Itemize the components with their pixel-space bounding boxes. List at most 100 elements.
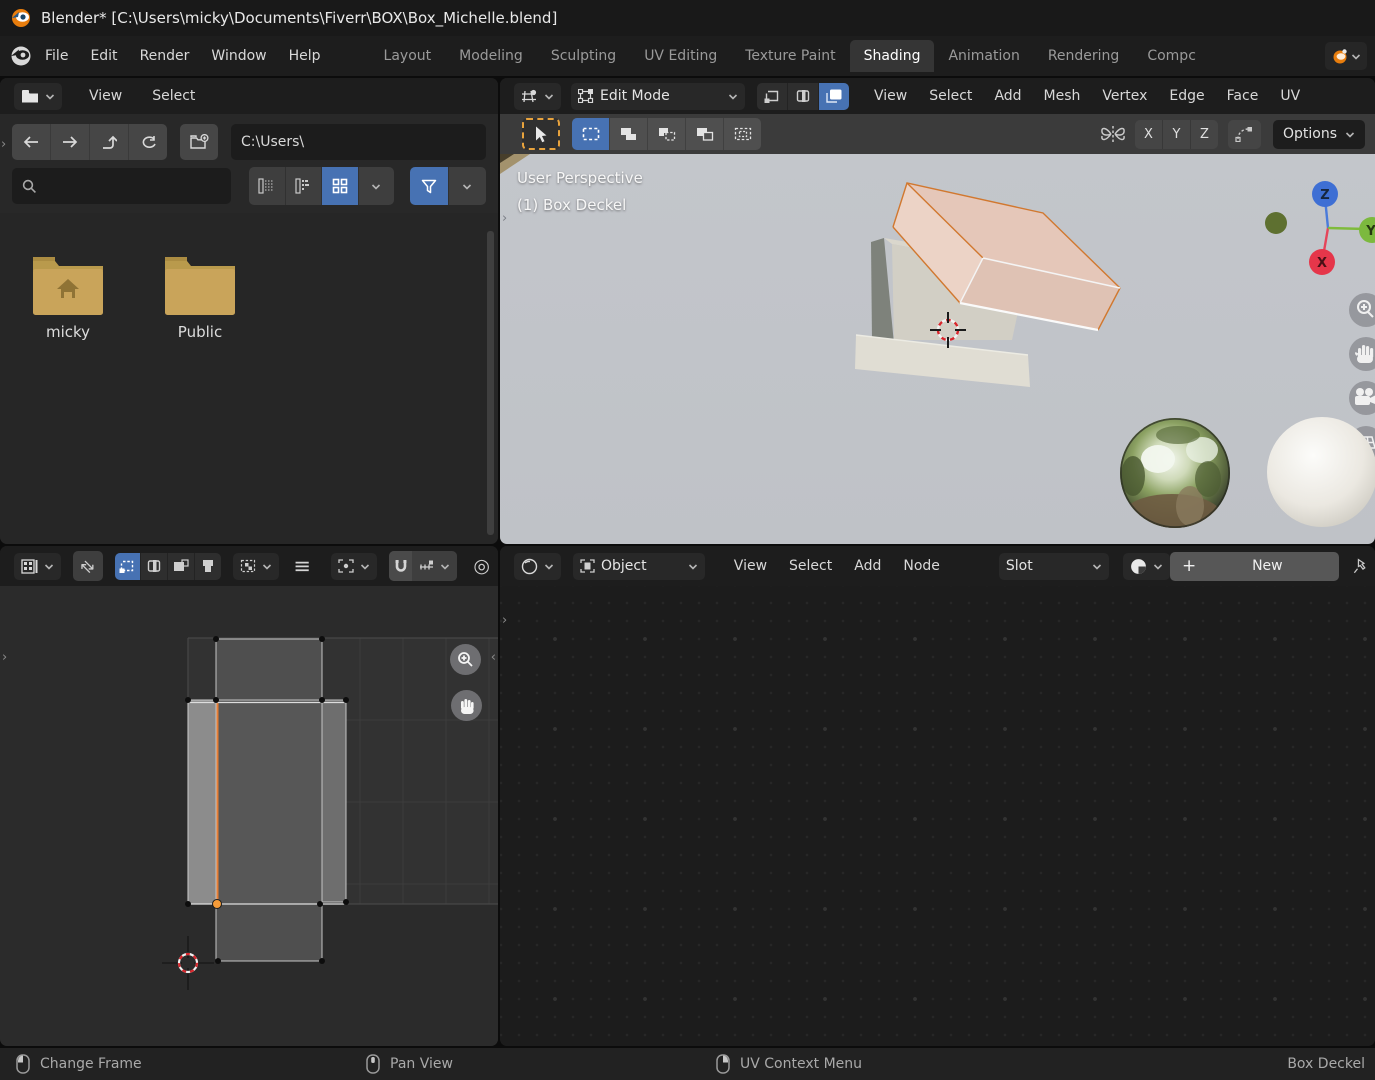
tab-animation[interactable]: Animation xyxy=(934,40,1033,72)
forward-button[interactable] xyxy=(50,124,89,160)
view-axis-gizmo[interactable]: Z X Y xyxy=(1265,181,1375,275)
tab-layout[interactable]: Layout xyxy=(370,40,446,72)
pivot-point-dropdown[interactable] xyxy=(331,553,377,580)
mirror-z-button[interactable]: Z xyxy=(1190,120,1218,149)
vp-menu-mesh[interactable]: Mesh xyxy=(1033,84,1092,108)
filter-settings-dropdown[interactable] xyxy=(448,167,486,205)
slot-dropdown[interactable]: Slot xyxy=(999,553,1109,580)
vp-menu-face[interactable]: Face xyxy=(1216,84,1270,108)
status-pan-view: Pan View xyxy=(366,1054,453,1074)
select-mode-extend-button[interactable] xyxy=(609,118,647,150)
snap-toggle-button[interactable] xyxy=(389,551,413,581)
select-mode-invert-button[interactable] xyxy=(685,118,723,150)
uv-island-select-button[interactable] xyxy=(194,553,221,580)
menu-window[interactable]: Window xyxy=(200,43,277,69)
uv-face-select-button[interactable] xyxy=(167,553,194,580)
mirror-x-button[interactable]: X xyxy=(1135,120,1162,149)
axis-ball-neg-y[interactable] xyxy=(1265,212,1287,234)
tab-texture-paint[interactable]: Texture Paint xyxy=(731,40,849,72)
mirror-y-button[interactable]: Y xyxy=(1162,120,1190,149)
uv-proportional-edit-icon[interactable]: ◎ xyxy=(473,555,490,577)
uv-edge-select-button[interactable] xyxy=(140,553,167,580)
panel-collapse-arrow[interactable]: ‹ xyxy=(491,651,496,664)
folder-item-micky[interactable]: micky xyxy=(16,255,120,341)
tab-modeling[interactable]: Modeling xyxy=(445,40,537,72)
shader-menu-add[interactable]: Add xyxy=(843,554,892,578)
uv-canvas[interactable]: › ‹ xyxy=(0,586,498,1046)
uv-pan-button[interactable] xyxy=(451,690,482,721)
menu-file[interactable]: File xyxy=(34,43,79,69)
shader-menu-node[interactable]: Node xyxy=(892,554,951,578)
shader-node-canvas[interactable]: › xyxy=(500,586,1375,1046)
uv-vertex-select-button[interactable] xyxy=(115,553,141,580)
panel-expand-arrow[interactable]: › xyxy=(502,614,507,627)
horizontal-list-button[interactable] xyxy=(285,167,321,205)
display-settings-dropdown[interactable] xyxy=(358,167,394,205)
snap-settings-dropdown[interactable] xyxy=(412,553,457,580)
vertical-list-button[interactable] xyxy=(249,167,284,205)
new-material-button[interactable]: + New xyxy=(1170,552,1339,581)
file-browser-type-button[interactable] xyxy=(14,83,62,110)
back-button[interactable] xyxy=(12,124,50,160)
file-path-field[interactable]: C:\Users\ xyxy=(231,124,486,160)
file-menu-view[interactable]: View xyxy=(78,84,133,108)
shader-editor-type-button[interactable] xyxy=(514,553,561,580)
vp-menu-vertex[interactable]: Vertex xyxy=(1091,84,1158,108)
shader-menu-view[interactable]: View xyxy=(723,554,778,578)
vp-menu-view[interactable]: View xyxy=(863,84,918,108)
panel-expand-arrow[interactable]: › xyxy=(502,212,507,225)
folder-item-public[interactable]: Public xyxy=(148,255,252,341)
edge-select-mode-button[interactable] xyxy=(787,83,818,110)
uv-zoom-button[interactable] xyxy=(450,644,481,675)
vp-menu-select[interactable]: Select xyxy=(918,84,983,108)
new-folder-button[interactable] xyxy=(180,124,218,160)
file-search-field[interactable] xyxy=(12,168,231,204)
thumbnail-view-button[interactable] xyxy=(321,167,357,205)
scene-selector-button[interactable] xyxy=(1325,42,1367,70)
menu-edit[interactable]: Edit xyxy=(79,43,128,69)
search-input[interactable] xyxy=(45,177,209,195)
editor-type-button[interactable] xyxy=(514,83,561,110)
file-menu-select[interactable]: Select xyxy=(141,84,206,108)
options-dropdown[interactable]: Options xyxy=(1273,120,1365,149)
tab-shading[interactable]: Shading xyxy=(850,40,935,72)
tab-compositing[interactable]: Compc xyxy=(1133,40,1210,72)
pin-icon[interactable] xyxy=(1353,557,1368,575)
tab-rendering[interactable]: Rendering xyxy=(1034,40,1134,72)
vp-menu-add[interactable]: Add xyxy=(983,84,1032,108)
blender-app-icon[interactable] xyxy=(8,43,34,69)
uv-editor-type-button[interactable] xyxy=(14,553,61,580)
vp-menu-uv[interactable]: UV xyxy=(1269,84,1311,108)
material-browse-button[interactable] xyxy=(1123,553,1170,580)
uv-sync-select-button[interactable]: ⇄ xyxy=(73,551,103,581)
vp-menu-edge[interactable]: Edge xyxy=(1158,84,1215,108)
proportional-edit-button[interactable] xyxy=(1228,120,1261,149)
tab-sculpting[interactable]: Sculpting xyxy=(537,40,630,72)
uv-selected-vertex[interactable] xyxy=(213,900,222,909)
select-mode-intersect-button[interactable] xyxy=(723,118,761,150)
viewport-canvas[interactable]: Z X Y xyxy=(500,154,1375,544)
status-change-frame-label: Change Frame xyxy=(40,1056,142,1072)
panel-expand-arrow[interactable]: › xyxy=(1,138,6,151)
zoom-button[interactable] xyxy=(1349,293,1375,327)
refresh-button[interactable] xyxy=(128,124,167,160)
panel-expand-arrow[interactable]: › xyxy=(2,651,7,664)
tab-uv-editing[interactable]: UV Editing xyxy=(630,40,731,72)
filter-toggle-button[interactable] xyxy=(410,167,447,205)
menu-render[interactable]: Render xyxy=(129,43,201,69)
active-tool-select-button[interactable] xyxy=(522,118,560,150)
file-list[interactable]: micky Public xyxy=(0,213,498,544)
shader-type-dropdown[interactable]: Object xyxy=(573,553,705,580)
shader-menu-select[interactable]: Select xyxy=(778,554,843,578)
file-browser-toolbar: C:\Users\ xyxy=(0,114,498,213)
select-mode-set-button[interactable] xyxy=(572,118,609,150)
mirror-butterfly-icon[interactable] xyxy=(1100,123,1126,145)
file-list-scrollbar[interactable] xyxy=(487,231,494,535)
select-mode-subtract-button[interactable] xyxy=(647,118,685,150)
up-directory-button[interactable] xyxy=(89,124,128,160)
vertex-select-mode-button[interactable] xyxy=(757,83,787,110)
uv-sticky-select-dropdown[interactable] xyxy=(233,553,279,580)
menu-help[interactable]: Help xyxy=(278,43,332,69)
mode-dropdown[interactable]: Edit Mode xyxy=(571,83,745,110)
face-select-mode-button[interactable] xyxy=(818,83,849,110)
